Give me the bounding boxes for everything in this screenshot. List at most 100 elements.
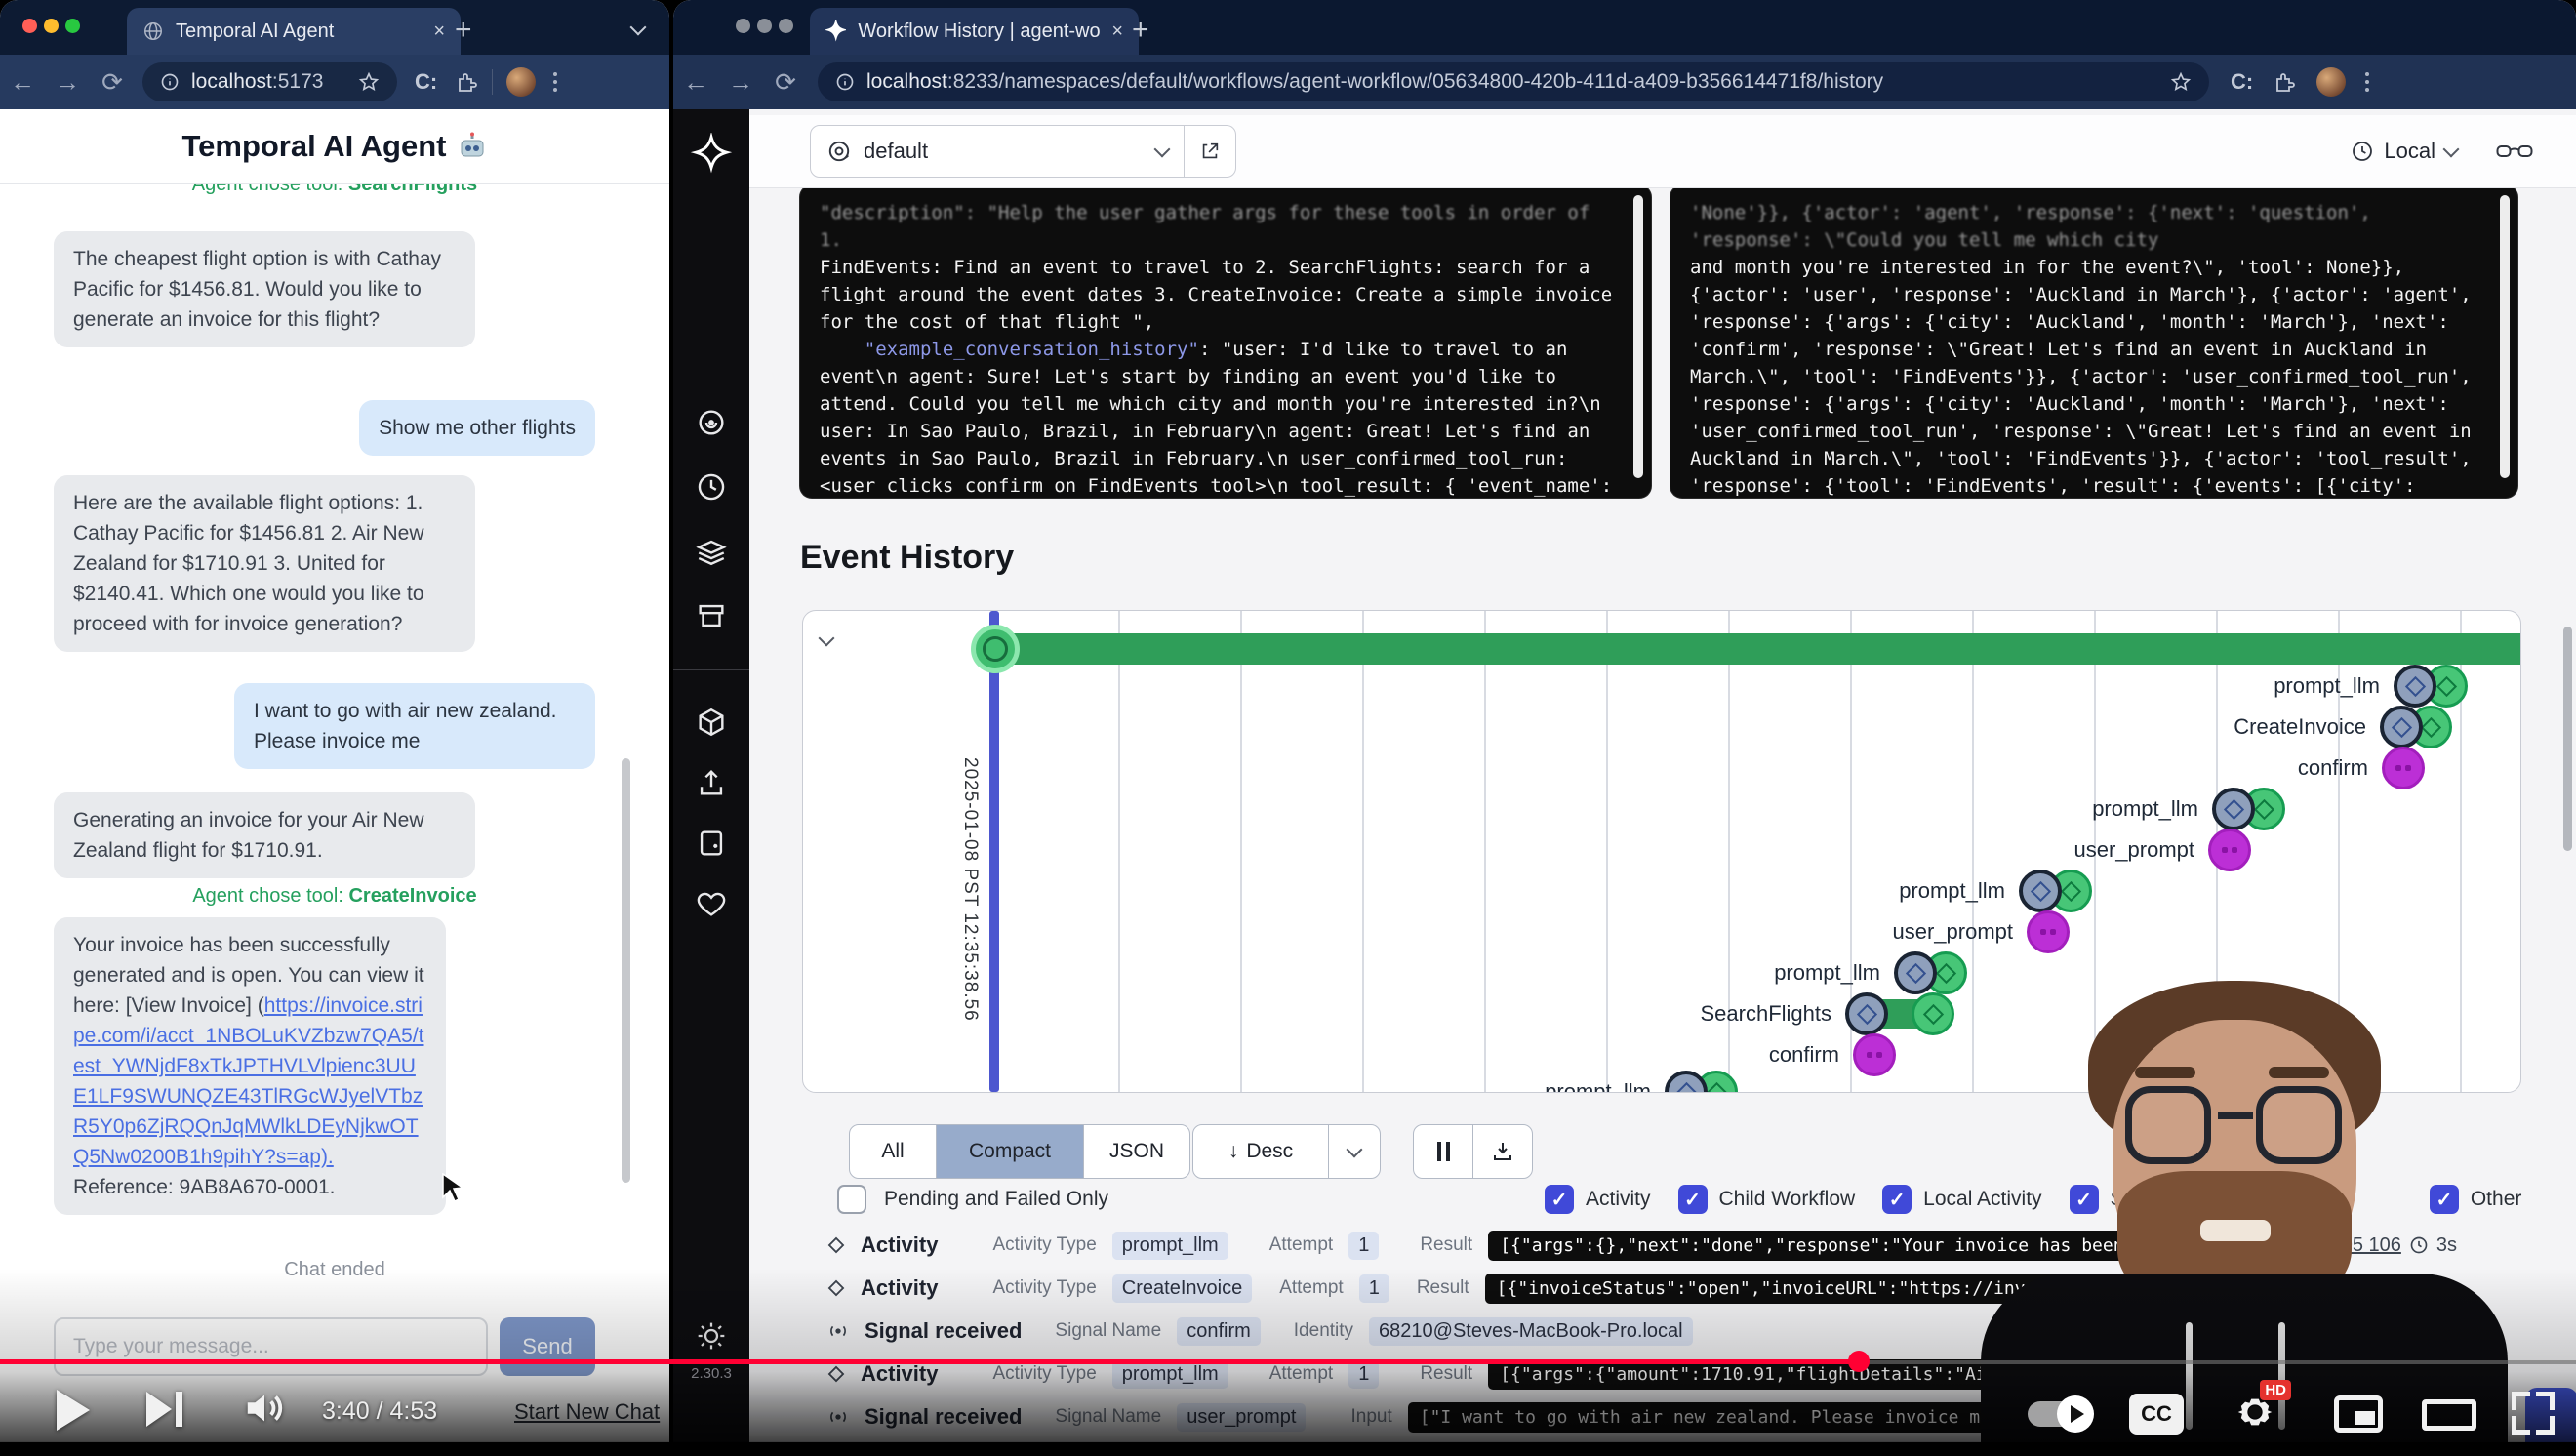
theme-sun-icon[interactable] [696,1320,727,1352]
zoom-window-button[interactable] [65,19,80,33]
url-host: localhost [866,70,947,93]
view-all-button[interactable]: All [850,1125,937,1178]
close-window-button[interactable] [22,19,37,33]
theater-mode-button[interactable] [2422,1399,2476,1431]
presenter-webcam [1981,951,2508,1456]
volume-icon[interactable] [242,1386,287,1431]
chat-page-header: Temporal AI Agent [0,109,669,183]
labs-glasses-icon[interactable] [2496,139,2533,164]
tab-temporal-ai-agent[interactable]: Temporal AI Agent × [127,8,461,55]
autoplay-toggle[interactable] [2028,1401,2092,1427]
namespace-topbar: default Local [749,115,2576,187]
view-json-button[interactable]: JSON [1084,1125,1189,1178]
forward-button[interactable]: → [45,67,90,98]
clipped-code-line: "description": "Help the user gather arg… [820,199,1618,254]
bookmark-star-icon[interactable] [2170,71,2192,93]
close-tab-icon[interactable]: × [1111,20,1123,43]
code-scrollbar[interactable] [2500,195,2510,478]
puzzle-extensions-icon[interactable] [2273,70,2296,94]
window-scrollbar[interactable] [2563,627,2572,851]
child-workflow-checkbox[interactable]: ✓ [1678,1185,1708,1214]
new-tab-button[interactable]: + [455,14,472,47]
sidebar-labs-cube-icon[interactable] [695,706,728,739]
chat-scrollbar[interactable] [622,758,630,1183]
tab-workflow-history[interactable]: Workflow History | agent-wor × [810,8,1139,55]
bookmark-star-icon[interactable] [358,71,380,93]
progress-bar-remaining[interactable] [1859,1360,2576,1364]
sidebar-batch-icon[interactable] [695,599,728,632]
left-tab-bar: Temporal AI Agent × + [0,0,669,55]
browser-menu-icon[interactable] [553,72,557,92]
agent-invoice-message: Your invoice has been successfully gener… [54,917,446,1215]
sidebar-schedules-icon[interactable] [695,470,728,504]
next-button[interactable] [146,1392,182,1427]
extension-icon[interactable]: C: [415,69,437,95]
left-toolbar: ← → ⟳ localhost:5173 C: [0,55,669,109]
address-bar[interactable]: localhost:8233/namespaces/default/workfl… [818,62,2209,101]
mouse-cursor [441,1173,466,1202]
signal-waves-icon [827,1322,849,1340]
sort-options-chevron[interactable] [1329,1125,1380,1178]
new-tab-button[interactable]: + [1132,14,1149,47]
extension-icon[interactable]: C: [2231,69,2253,95]
activity-scheduled-marker [1845,992,1888,1035]
namespace-value: default [864,139,928,164]
profile-avatar[interactable] [506,67,536,97]
timezone-select[interactable]: Local [2351,139,2457,164]
pending-failed-checkbox[interactable] [837,1185,866,1214]
sidebar-docs-icon[interactable] [695,827,728,860]
sort-desc-button[interactable]: ↓ Desc [1193,1125,1329,1178]
workflow-execution-bar[interactable] [994,633,2521,665]
pending-failed-filter[interactable]: Pending and Failed Only [837,1185,1108,1214]
zoom-window-button[interactable] [779,19,793,33]
code-panel-right[interactable]: 'None'}}, {'actor': 'agent', 'response':… [1670,185,2517,498]
minimize-window-button[interactable] [44,19,59,33]
left-browser-window: Temporal AI Agent × + ← → ⟳ localhost:51… [0,0,669,1456]
view-compact-button[interactable]: Compact [937,1125,1084,1178]
workflow-start-marker[interactable] [971,625,1020,673]
start-new-chat-link[interactable]: Start New Chat [514,1399,660,1425]
ui-version: 2.30.3 [691,1365,732,1382]
local-activity-checkbox[interactable]: ✓ [1882,1185,1912,1214]
play-button[interactable] [57,1390,90,1431]
invoice-link[interactable]: https://invoice.stripe.com/i/acct_1NBOLu… [73,994,424,1168]
download-history-button[interactable] [1473,1125,1532,1178]
back-button[interactable]: ← [0,67,45,98]
temporal-logo-icon[interactable] [690,133,733,176]
chat-page: Temporal AI Agent Agent chose tool: Sear… [0,109,669,1456]
settings-button[interactable]: HD [2233,1390,2277,1439]
open-namespace-button[interactable] [1185,125,1236,178]
back-button[interactable]: ← [673,67,718,98]
puzzle-extensions-icon[interactable] [455,70,478,94]
close-window-button[interactable] [736,19,750,33]
message-input[interactable]: Type your message... [54,1317,488,1376]
sidebar-layers-icon[interactable] [695,535,728,568]
progress-playhead[interactable] [1848,1351,1870,1372]
close-tab-icon[interactable]: × [433,20,445,43]
send-button[interactable]: Send [500,1317,595,1376]
code-panel-left[interactable]: "description": "Help the user gather arg… [800,185,1651,498]
progress-bar-played[interactable] [0,1359,1859,1364]
reload-button[interactable]: ⟳ [90,67,135,98]
sidebar-feedback-heart-icon[interactable] [695,887,728,920]
collapse-timeline-chevron-icon[interactable] [819,630,835,647]
signal-marker [1853,1033,1896,1076]
browser-menu-icon[interactable] [2365,72,2369,92]
profile-avatar[interactable] [2316,67,2346,97]
activity-checkbox[interactable]: ✓ [1545,1185,1574,1214]
address-bar[interactable]: localhost:5173 [142,62,397,101]
signal-marker [2208,829,2251,871]
namespace-select[interactable]: default [810,125,1185,178]
forward-button[interactable]: → [718,67,763,98]
sidebar-import-icon[interactable] [695,766,728,799]
namespace-icon [826,139,852,164]
fullscreen-button[interactable] [2512,1392,2555,1435]
sidebar-workflows-icon[interactable] [695,406,728,439]
reload-button[interactable]: ⟳ [763,67,808,98]
code-scrollbar[interactable] [1633,195,1643,478]
minimize-window-button[interactable] [757,19,772,33]
tab-search-chevron-icon[interactable] [630,20,647,36]
pause-button[interactable] [1414,1125,1473,1178]
captions-button[interactable]: CC [2129,1394,2184,1435]
miniplayer-button[interactable] [2334,1395,2383,1433]
